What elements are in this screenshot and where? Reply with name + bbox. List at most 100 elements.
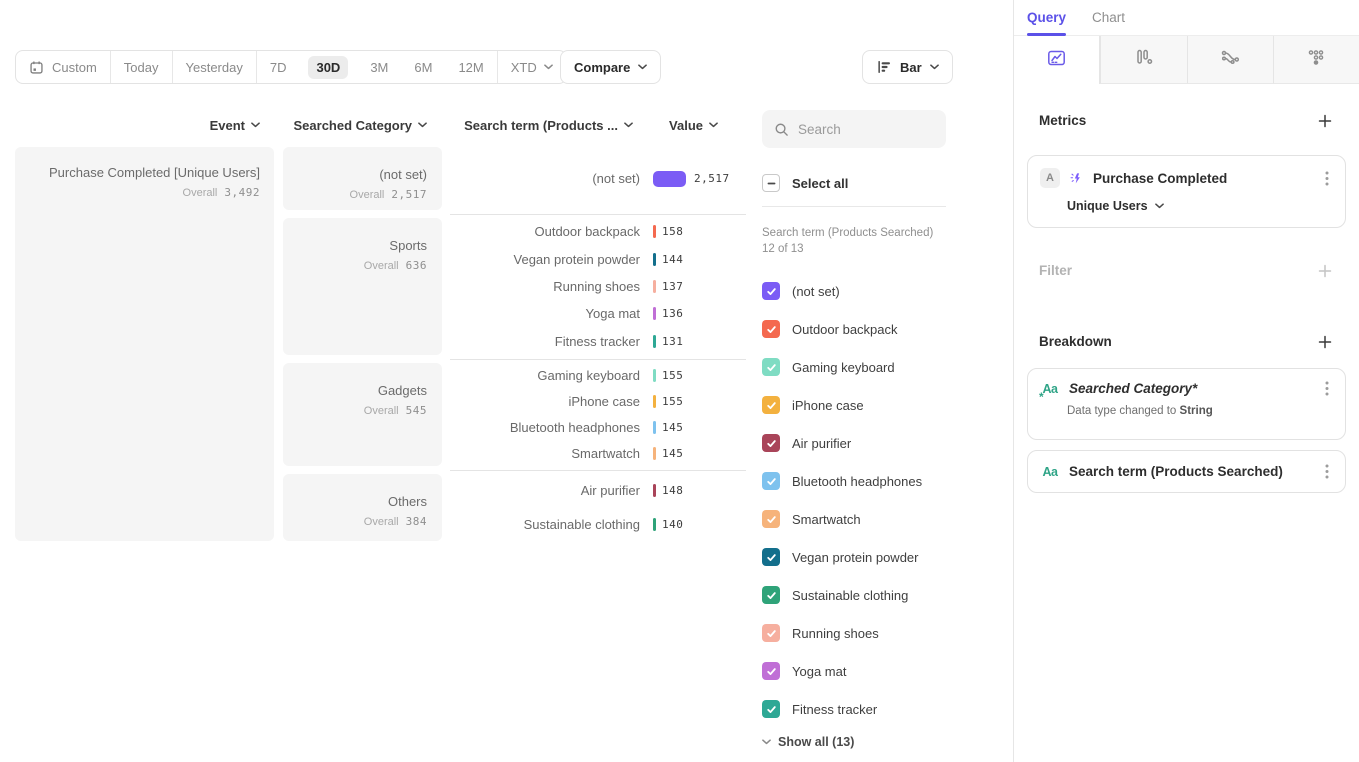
term-label: Bluetooth headphones	[450, 420, 640, 435]
filter-item-label: Bluetooth headphones	[792, 474, 922, 489]
term-row[interactable]: Outdoor backpack158	[450, 218, 746, 245]
filter-item-checkbox[interactable]	[762, 586, 780, 604]
chart-type-label: Bar	[900, 60, 922, 75]
date-range-yesterday[interactable]: Yesterday	[173, 51, 256, 83]
filter-heading: Filter	[1039, 263, 1072, 278]
date-range-3m[interactable]: 3M	[357, 51, 401, 83]
add-metric-button[interactable]	[1318, 114, 1332, 128]
compare-button[interactable]: Compare	[560, 50, 661, 84]
value-bar	[653, 171, 686, 187]
search-input[interactable]	[798, 122, 934, 137]
kebab-menu-icon[interactable]	[1325, 464, 1329, 479]
filter-item[interactable]: Yoga mat	[762, 662, 946, 680]
filter-item-checkbox[interactable]	[762, 700, 780, 718]
filter-item[interactable]: Sustainable clothing	[762, 586, 946, 604]
retention-dots-icon	[1307, 48, 1325, 71]
value-bar	[653, 307, 656, 320]
filter-item[interactable]: Outdoor backpack	[762, 320, 946, 338]
filter-item-checkbox[interactable]	[762, 434, 780, 452]
date-range-12m[interactable]: 12M	[445, 51, 496, 83]
category-name: Gadgets	[298, 383, 427, 399]
date-range-6m[interactable]: 6M	[401, 51, 445, 83]
filter-item-checkbox[interactable]	[762, 282, 780, 300]
term-row[interactable]: Yoga mat136	[450, 300, 746, 327]
column-header-search-term[interactable]: Search term (Products ...	[450, 118, 633, 133]
filter-item[interactable]: Gaming keyboard	[762, 358, 946, 376]
filter-item[interactable]: Fitness tracker	[762, 700, 946, 718]
filter-item-checkbox[interactable]	[762, 548, 780, 566]
category-name: Sports	[298, 238, 427, 254]
insights-chart-icon	[1047, 49, 1066, 72]
group-separator	[450, 210, 746, 218]
term-row[interactable]: Fitness tracker131	[450, 328, 746, 355]
term-row[interactable]: iPhone case155	[450, 389, 746, 415]
filter-item-checkbox[interactable]	[762, 320, 780, 338]
breakdown-card[interactable]: Searched Category* Data type changed to …	[1027, 368, 1346, 440]
group-separator	[450, 466, 746, 474]
select-all-checkbox[interactable]	[762, 174, 780, 192]
term-row[interactable]: Air purifier148	[450, 474, 746, 508]
icon-tab-retention[interactable]	[1273, 36, 1359, 84]
filter-item-checkbox[interactable]	[762, 396, 780, 414]
term-row[interactable]: Sustainable clothing140	[450, 508, 746, 542]
filter-item[interactable]: Air purifier	[762, 434, 946, 452]
kebab-menu-icon[interactable]	[1325, 381, 1329, 396]
breakdown-card[interactable]: Search term (Products Searched)	[1027, 450, 1346, 493]
filter-item[interactable]: (not set)	[762, 282, 946, 300]
filter-item[interactable]: Vegan protein powder	[762, 548, 946, 566]
term-row[interactable]: Vegan protein powder144	[450, 245, 746, 272]
date-range-xtd[interactable]: XTD	[498, 51, 566, 83]
filter-item[interactable]: Bluetooth headphones	[762, 472, 946, 490]
date-range-30d[interactable]: 30D	[299, 51, 357, 83]
icon-tab-flows[interactable]	[1187, 36, 1273, 84]
category-cell[interactable]: GadgetsOverall545	[283, 363, 442, 466]
chart-column-headers: Event Searched Category Search term (Pro…	[15, 113, 746, 137]
metric-card[interactable]: A Purchase Completed Unique Users	[1027, 155, 1346, 228]
filter-item-checkbox[interactable]	[762, 662, 780, 680]
filter-item-checkbox[interactable]	[762, 358, 780, 376]
filter-item-checkbox[interactable]	[762, 472, 780, 490]
column-header-category[interactable]: Searched Category	[283, 118, 442, 133]
add-breakdown-button[interactable]	[1318, 335, 1332, 349]
category-cell[interactable]: (not set)Overall2,517	[283, 147, 442, 210]
date-range-today[interactable]: Today	[111, 51, 172, 83]
term-row[interactable]: Gaming keyboard 155	[450, 363, 746, 389]
select-all-row[interactable]: Select all	[762, 174, 946, 192]
term-value: 155	[662, 369, 683, 382]
term-value: 148	[662, 484, 683, 497]
term-row[interactable]: Running shoes137	[450, 273, 746, 300]
filter-item-checkbox[interactable]	[762, 510, 780, 528]
add-filter-button[interactable]	[1318, 264, 1332, 278]
filter-item[interactable]: Smartwatch	[762, 510, 946, 528]
aggregation-select[interactable]: Unique Users	[1067, 199, 1345, 213]
filter-item[interactable]: iPhone case	[762, 396, 946, 414]
event-cell[interactable]: Purchase Completed [Unique Users] Overal…	[15, 147, 274, 541]
chevron-down-icon	[709, 122, 718, 128]
icon-tab-funnels[interactable]	[1100, 36, 1186, 84]
icon-tab-insights[interactable]	[1014, 36, 1100, 84]
term-row[interactable]: Bluetooth headphones145	[450, 415, 746, 441]
bar-chart: Event Searched Category Search term (Pro…	[15, 113, 746, 541]
category-cell[interactable]: OthersOverall384	[283, 474, 442, 541]
show-all-button[interactable]: Show all (13)	[762, 735, 946, 749]
kebab-menu-icon[interactable]	[1325, 171, 1329, 186]
filter-item-label: Air purifier	[792, 436, 851, 451]
filter-item[interactable]: Running shoes	[762, 624, 946, 642]
filter-item-label: Running shoes	[792, 626, 879, 641]
filter-item-label: Smartwatch	[792, 512, 861, 527]
column-header-event[interactable]: Event	[15, 118, 274, 133]
overall-value: 545	[406, 404, 427, 417]
tab-query[interactable]: Query	[1027, 0, 1066, 35]
column-header-value[interactable]: Value	[633, 118, 746, 133]
date-range-picker: CustomTodayYesterday7D30D3M6M12MXTD	[15, 50, 567, 84]
term-row[interactable]: (not set)2,517	[450, 147, 746, 210]
filter-item-checkbox[interactable]	[762, 624, 780, 642]
tab-chart[interactable]: Chart	[1092, 0, 1125, 35]
term-label: Gaming keyboard	[450, 368, 640, 383]
search-icon	[774, 122, 789, 137]
date-range-7d[interactable]: 7D	[257, 51, 300, 83]
term-row[interactable]: Smartwatch145	[450, 440, 746, 466]
category-cell[interactable]: SportsOverall636	[283, 218, 442, 355]
chart-type-select[interactable]: Bar	[862, 50, 953, 84]
date-range-custom[interactable]: Custom	[16, 51, 110, 83]
